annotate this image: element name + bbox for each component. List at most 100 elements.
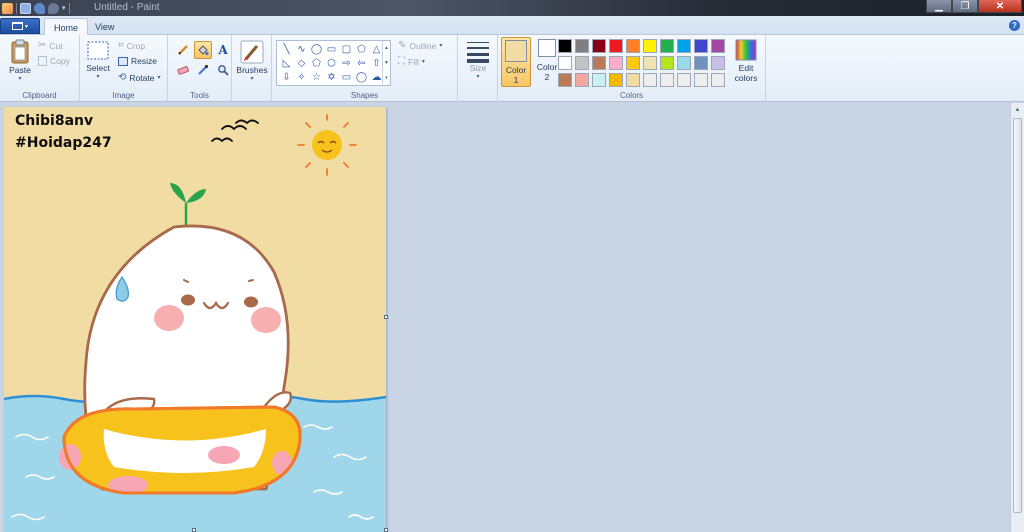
palette-swatch[interactable] xyxy=(643,39,657,53)
paste-button[interactable]: Paste ▾ xyxy=(6,39,34,82)
shapes-scrollbar[interactable]: ▲ ▼ ▾ xyxy=(382,41,390,85)
palette-swatch[interactable] xyxy=(626,73,640,87)
chevron-down-icon: ▾ xyxy=(157,75,161,81)
palette-swatch[interactable] xyxy=(711,56,725,70)
polygon-shape-icon[interactable]: ⬠ xyxy=(354,43,369,57)
scroll-thumb[interactable] xyxy=(1013,118,1022,513)
tab-home[interactable]: Home xyxy=(44,18,89,36)
redo-icon[interactable] xyxy=(48,2,59,14)
fill-button[interactable]: ⛶ Fill ▾ xyxy=(398,56,425,67)
palette-swatch[interactable] xyxy=(575,39,589,53)
minimize-button[interactable]: ▁ xyxy=(926,0,952,13)
chevron-up-icon[interactable]: ▲ xyxy=(384,45,389,51)
palette-swatch[interactable] xyxy=(626,56,640,70)
image-group: Select ▾ ⌗ Crop Resize ⟲ Rotate ▾ Image xyxy=(80,35,168,102)
fill-label: Fill xyxy=(408,56,419,67)
canvas-resize-handle-right[interactable] xyxy=(384,315,388,319)
crop-button[interactable]: ⌗ Crop xyxy=(118,40,145,51)
tools-group: A Tools xyxy=(168,35,232,102)
palette-swatch[interactable] xyxy=(677,39,691,53)
palette-swatch[interactable] xyxy=(575,56,589,70)
magnifier-icon[interactable] xyxy=(214,61,232,79)
file-menu-button[interactable]: ▾ xyxy=(0,18,40,34)
size-button[interactable]: Size ▾ xyxy=(462,39,494,80)
oval-shape-icon[interactable]: ◯ xyxy=(309,43,324,57)
canvas-text-line2: #Hoidap247 xyxy=(15,135,112,151)
palette-swatch[interactable] xyxy=(694,56,708,70)
left-arrow-shape-icon[interactable]: ⇦ xyxy=(354,57,369,71)
canvas-resize-handle-corner[interactable] xyxy=(384,528,388,532)
palette-swatch[interactable] xyxy=(626,39,640,53)
brushes-button[interactable]: Brushes ▾ xyxy=(234,39,270,82)
color2-button[interactable]: Color 2 xyxy=(534,39,560,82)
tab-view[interactable]: View xyxy=(86,18,123,36)
close-button[interactable]: ✕ xyxy=(978,0,1022,13)
down-arrow-shape-icon[interactable]: ⇩ xyxy=(279,71,294,85)
color-picker-icon[interactable] xyxy=(194,61,212,79)
palette-swatch[interactable] xyxy=(694,73,708,87)
undo-icon[interactable] xyxy=(34,2,45,14)
chevron-down-icon[interactable]: ▼ xyxy=(384,60,389,66)
help-icon[interactable]: ? xyxy=(1009,20,1020,31)
paint-app-icon[interactable] xyxy=(2,2,13,14)
expand-icon[interactable]: ▾ xyxy=(385,75,388,81)
four-point-star-shape-icon[interactable]: ✧ xyxy=(294,71,309,85)
line-shape-icon[interactable]: ╲ xyxy=(279,43,294,57)
pentagon-shape-icon[interactable]: ⬠ xyxy=(309,57,324,71)
five-point-star-shape-icon[interactable]: ☆ xyxy=(309,71,324,85)
curve-shape-icon[interactable]: ∿ xyxy=(294,43,309,57)
palette-swatch[interactable] xyxy=(677,56,691,70)
callout-rect-shape-icon[interactable]: ▭ xyxy=(339,71,354,85)
callout-oval-shape-icon[interactable]: ◯ xyxy=(354,71,369,85)
resize-button[interactable]: Resize xyxy=(118,56,157,66)
palette-swatch[interactable] xyxy=(643,56,657,70)
palette-swatch[interactable] xyxy=(609,39,623,53)
fill-icon[interactable] xyxy=(194,41,212,59)
diamond-shape-icon[interactable]: ◇ xyxy=(294,57,309,71)
brush-icon xyxy=(240,40,264,64)
copy-button[interactable]: Copy xyxy=(38,56,70,66)
outline-button[interactable]: ✎ Outline ▾ xyxy=(398,40,442,51)
palette-swatch[interactable] xyxy=(609,56,623,70)
right-triangle-shape-icon[interactable]: ◺ xyxy=(279,57,294,71)
select-button[interactable]: Select ▾ xyxy=(84,39,112,80)
chevron-down-icon: ▾ xyxy=(250,76,254,82)
palette-swatch[interactable] xyxy=(660,56,674,70)
palette-swatch[interactable] xyxy=(711,39,725,53)
eraser-icon[interactable] xyxy=(174,61,192,79)
text-icon[interactable]: A xyxy=(214,41,232,59)
palette-swatch[interactable] xyxy=(694,39,708,53)
palette-swatch[interactable] xyxy=(592,39,606,53)
edit-colors-button[interactable]: Edit colors xyxy=(732,39,760,83)
palette-swatch[interactable] xyxy=(677,73,691,87)
palette-swatch[interactable] xyxy=(592,56,606,70)
rotate-button[interactable]: ⟲ Rotate ▾ xyxy=(118,72,160,83)
palette-swatch[interactable] xyxy=(609,73,623,87)
palette-swatch[interactable] xyxy=(643,73,657,87)
canvas-resize-handle-bottom[interactable] xyxy=(192,528,196,532)
palette-swatch[interactable] xyxy=(558,56,572,70)
vertical-scrollbar[interactable]: ▲ xyxy=(1010,103,1024,532)
drawing-canvas[interactable]: Chibi8anv #Hoidap247 xyxy=(4,107,386,532)
palette-swatch[interactable] xyxy=(592,73,606,87)
rounded-rectangle-shape-icon[interactable]: ▢ xyxy=(339,43,354,57)
hexagon-shape-icon[interactable]: ⬡ xyxy=(324,57,339,71)
palette-swatch[interactable] xyxy=(558,73,572,87)
palette-swatch[interactable] xyxy=(575,73,589,87)
palette-swatch[interactable] xyxy=(558,39,572,53)
qat-customize-icon[interactable]: ▾ xyxy=(62,4,66,12)
color1-button[interactable]: Color 1 xyxy=(501,37,531,87)
save-icon[interactable] xyxy=(20,2,31,14)
crop-icon: ⌗ xyxy=(118,40,124,51)
pencil-icon[interactable] xyxy=(174,41,192,59)
chevron-down-icon: ▾ xyxy=(439,43,443,49)
palette-swatch[interactable] xyxy=(660,39,674,53)
scroll-up-icon[interactable]: ▲ xyxy=(1011,103,1024,117)
rectangle-shape-icon[interactable]: ▭ xyxy=(324,43,339,57)
palette-swatch[interactable] xyxy=(660,73,674,87)
cut-button[interactable]: ✂ Cut xyxy=(38,40,63,51)
six-point-star-shape-icon[interactable]: ✡ xyxy=(324,71,339,85)
right-arrow-shape-icon[interactable]: ⇨ xyxy=(339,57,354,71)
maximize-button[interactable]: ❐ xyxy=(952,0,978,13)
palette-swatch[interactable] xyxy=(711,73,725,87)
